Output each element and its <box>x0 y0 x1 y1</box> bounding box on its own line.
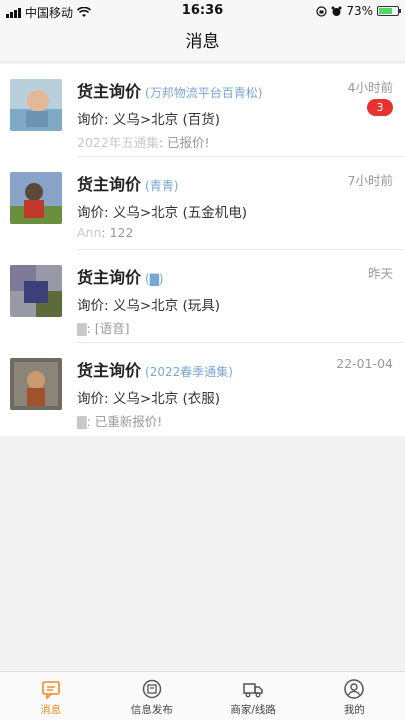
message-time: 昨天 <box>367 266 393 281</box>
avatar <box>10 79 62 131</box>
message-icon <box>41 681 60 700</box>
route-text: 询价: 义乌>北京 (衣服) <box>77 391 220 407</box>
last-text: : [语音] <box>86 321 130 336</box>
tab-messages[interactable]: 消息 <box>0 672 101 720</box>
message-title: 货主询价 <box>77 82 142 101</box>
title-row: 货主询价 (2022春季通集) <box>77 357 233 381</box>
message-item[interactable]: 货主询价 (青青) 询价: 义乌>北京 (五金机电) Ann: 122 7小时前 <box>0 157 405 250</box>
last-sender: ▇ <box>77 414 87 429</box>
tab-label: 信息发布 <box>130 704 173 716</box>
status-right: 73% <box>316 4 401 18</box>
title-row: 货主询价 (▇) <box>77 264 164 288</box>
message-item[interactable]: 货主询价 (2022春季通集) 询价: 义乌>北京 (衣服) ▇: 已重新报价!… <box>0 343 405 436</box>
battery-label: 73% <box>346 4 373 18</box>
route-text: 询价: 义乌>北京 (百货) <box>77 112 220 128</box>
last-message: 2022年五通集: 已报价! <box>77 132 210 151</box>
last-message: ▇: [语音] <box>77 318 130 337</box>
tab-merchants[interactable]: 商家/线路 <box>203 672 304 720</box>
message-item[interactable]: 货主询价 (▇) 询价: 义乌>北京 (玩具) ▇: [语音] 昨天 <box>0 250 405 343</box>
message-item[interactable]: 货主询价 (万邦物流平台百青松) 询价: 义乌>北京 (百货) 2022年五通集… <box>0 64 405 157</box>
title-row: 货主询价 (青青) <box>77 171 178 195</box>
message-time: 7小时前 <box>347 173 393 188</box>
avatar <box>10 265 62 317</box>
title-row: 货主询价 (万邦物流平台百青松) <box>77 78 262 102</box>
tab-publish[interactable]: 信息发布 <box>101 672 202 720</box>
message-title: 货主询价 <box>77 361 142 380</box>
tab-bar: 消息 信息发布 商家/线路 我的 <box>0 671 405 720</box>
last-message: ▇: 已重新报价! <box>77 411 162 430</box>
publish-icon <box>142 679 162 699</box>
last-text: : 已报价! <box>158 135 210 150</box>
sender-name: (青青) <box>145 179 179 193</box>
message-title: 货主询价 <box>77 268 142 287</box>
last-text: : 122 <box>101 225 134 240</box>
message-title: 货主询价 <box>77 175 142 194</box>
message-list: 货主询价 (万邦物流平台百青松) 询价: 义乌>北京 (百货) 2022年五通集… <box>0 64 405 436</box>
route-text: 询价: 义乌>北京 (五金机电) <box>77 205 247 221</box>
alarm-icon <box>331 6 342 16</box>
profile-icon <box>344 679 365 699</box>
message-time: 4小时前 <box>347 80 393 95</box>
sender-name: (2022春季通集) <box>145 365 233 379</box>
last-sender: Ann <box>77 225 102 240</box>
last-message: Ann: 122 <box>77 225 133 240</box>
route-text: 询价: 义乌>北京 (玩具) <box>77 298 220 314</box>
status-bar: 中国移动 16:36 73% <box>0 0 405 22</box>
last-sender: ▇ <box>77 321 87 336</box>
truck-icon <box>243 683 263 698</box>
unread-badge: 3 <box>367 99 393 116</box>
sender-name: (▇) <box>145 272 164 286</box>
battery-icon <box>377 6 401 16</box>
tab-profile[interactable]: 我的 <box>304 672 405 720</box>
avatar <box>10 358 62 410</box>
tab-label: 消息 <box>40 704 62 716</box>
tab-label: 我的 <box>343 704 365 716</box>
page-title: 消息 <box>0 22 405 62</box>
sender-name: (万邦物流平台百青松) <box>145 86 263 100</box>
last-sender: 2022年五通集 <box>77 135 159 150</box>
message-time: 22-01-04 <box>336 356 393 371</box>
tab-label: 商家/线路 <box>230 704 276 716</box>
rotation-lock-icon <box>316 5 327 17</box>
avatar <box>10 172 62 224</box>
last-text: : 已重新报价! <box>86 414 163 429</box>
